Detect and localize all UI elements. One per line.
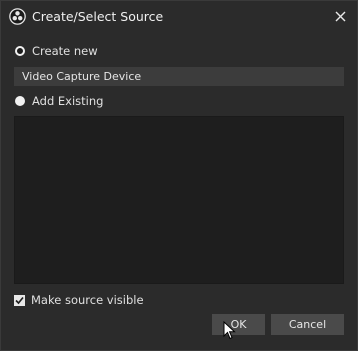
add-existing-radio[interactable] [15,96,25,106]
source-name-input[interactable]: Video Capture Device [14,67,344,86]
obs-logo-icon [9,8,26,25]
checkmark-icon [15,296,24,304]
create-select-source-dialog: Create/Select Source Create new Video Ca… [0,0,358,351]
title-bar: Create/Select Source [1,1,357,33]
add-existing-option[interactable]: Add Existing [15,93,103,109]
ok-button[interactable]: OK [212,314,265,335]
add-existing-label: Add Existing [32,94,104,108]
dialog-title: Create/Select Source [32,9,164,24]
make-visible-checkbox[interactable] [14,294,25,306]
make-visible-label: Make source visible [31,293,144,307]
mouse-cursor-icon [223,321,236,340]
create-new-radio[interactable] [15,46,25,56]
make-visible-option[interactable]: Make source visible [14,292,144,308]
cancel-button[interactable]: Cancel [271,314,344,335]
create-new-label: Create new [32,44,98,58]
existing-sources-list[interactable] [14,116,344,284]
create-new-option[interactable]: Create new [15,43,98,59]
close-button[interactable] [331,7,349,25]
close-icon [335,11,345,21]
